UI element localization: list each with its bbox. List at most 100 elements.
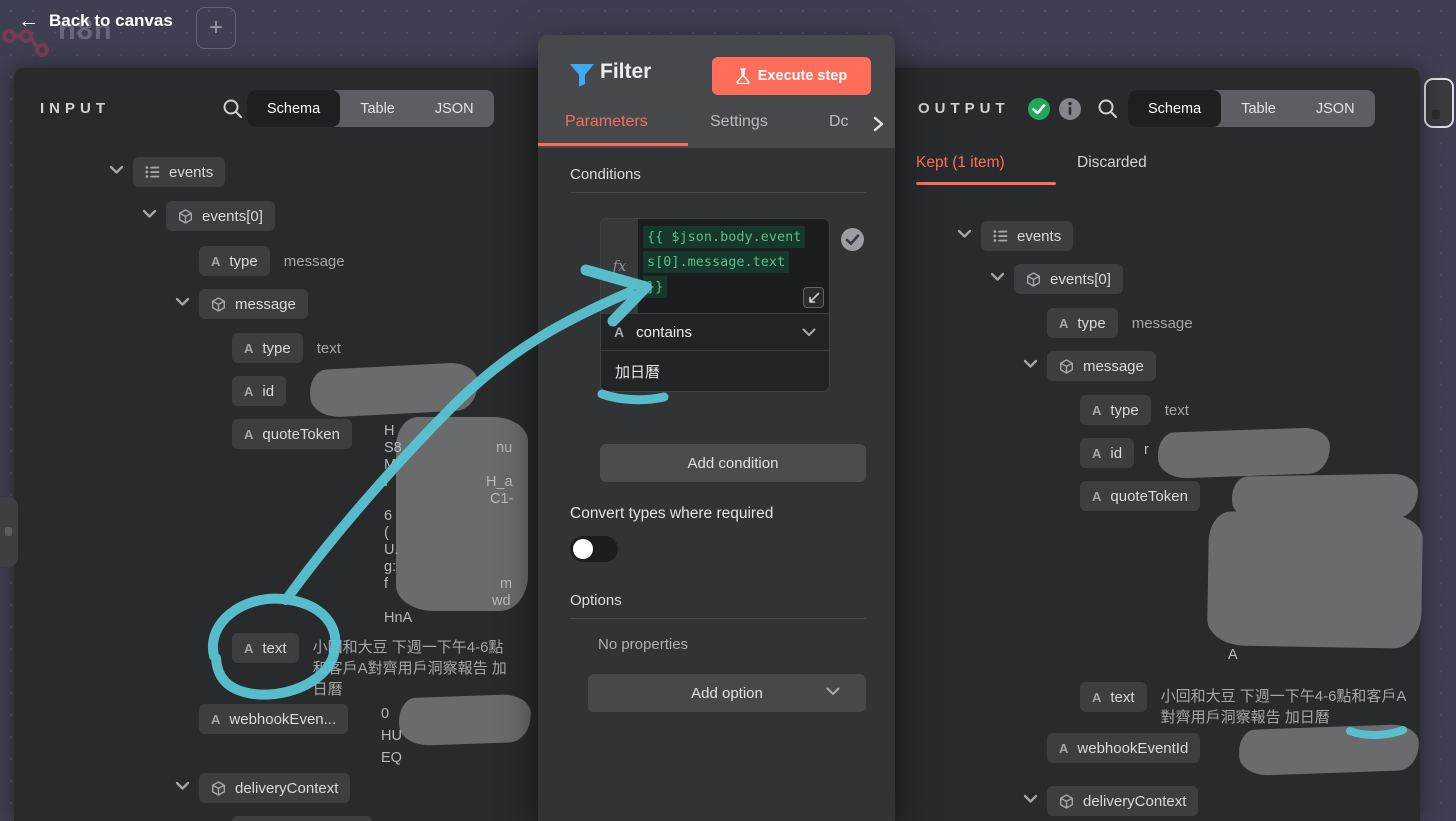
collapse-chevron-icon[interactable] — [142, 209, 157, 219]
output-key-pill[interactable]: Atext — [1080, 682, 1147, 712]
expand-expression-icon[interactable] — [803, 287, 824, 308]
key-label: deliveryContext — [235, 779, 339, 797]
input-row-type: Atype message — [199, 246, 345, 276]
tab-kept[interactable]: Kept (1 item) — [916, 154, 1005, 172]
dialog-tab-parameters[interactable]: Parameters — [565, 113, 648, 131]
output-row-type: Atype text — [1080, 395, 1189, 425]
output-tab-table[interactable]: Table — [1221, 90, 1296, 127]
redaction-scribble — [398, 693, 532, 747]
output-key-pill[interactable]: events[0] — [1014, 264, 1123, 294]
collapse-chevron-icon[interactable] — [957, 229, 972, 239]
redaction-scribble — [1206, 511, 1424, 649]
output-key-pill[interactable]: Atype — [1047, 308, 1118, 338]
operator-select[interactable]: A contains — [601, 313, 829, 350]
output-key-pill[interactable]: deliveryContext — [1047, 786, 1199, 816]
output-key-pill[interactable]: message — [1047, 351, 1156, 381]
value-text: text — [316, 340, 341, 357]
key-label: type — [1110, 401, 1139, 419]
collapse-chevron-icon[interactable] — [1023, 359, 1038, 369]
input-row-webhookEven...: AwebhookEven... 0 HU EQ — [199, 693, 532, 766]
conditions-label: Conditions — [570, 166, 641, 183]
string-type-icon: A — [244, 340, 254, 356]
value-text: 小回和大豆 下週一下午4-6點和客戶A對齊用戶洞察報告 加日曆 — [1160, 688, 1407, 726]
input-tab-json[interactable]: JSON — [415, 90, 494, 127]
output-info-icon[interactable] — [1058, 97, 1082, 121]
fx-gutter: fx — [601, 219, 638, 313]
value-fragment: g: — [384, 559, 397, 575]
input-key-pill[interactable]: deliveryContext — [199, 773, 351, 803]
collapse-chevron-icon[interactable] — [1023, 794, 1038, 804]
output-panel-side-handle[interactable] — [1424, 78, 1454, 128]
tab-discarded[interactable]: Discarded — [1077, 154, 1147, 172]
tabs-overflow-chevron-icon[interactable] — [871, 115, 885, 133]
add-condition-button[interactable]: Add condition — [600, 444, 866, 482]
input-key-pill[interactable]: AquoteToken — [232, 419, 352, 449]
add-option-dropdown[interactable]: Add option — [588, 674, 866, 712]
value-fragment: U. — [384, 542, 399, 558]
input-panel-drag-handle[interactable] — [0, 497, 18, 567]
key-label: quoteToken — [1110, 487, 1188, 505]
input-key-pill[interactable]: message — [199, 289, 308, 319]
condition-valid-check-icon — [841, 228, 864, 251]
value-fragment: r — [1144, 442, 1149, 458]
collapse-chevron-icon[interactable] — [175, 297, 190, 307]
input-tab-schema[interactable]: Schema — [247, 90, 341, 127]
execute-step-button[interactable]: Execute step — [712, 57, 871, 95]
expression-editor[interactable]: fx {{ $json.body.event s[0].message.text… — [601, 219, 829, 313]
output-panel-title: OUTPUT — [918, 100, 1010, 117]
string-type-icon: A — [244, 640, 254, 656]
output-search-icon[interactable] — [1096, 97, 1119, 120]
collapse-chevron-icon[interactable] — [990, 272, 1005, 282]
value-fragment: H — [384, 423, 395, 439]
output-tab-schema[interactable]: Schema — [1128, 90, 1222, 127]
output-tab-json[interactable]: JSON — [1296, 90, 1375, 127]
value-text: message — [283, 253, 345, 270]
input-key-pill[interactable]: Atype — [232, 333, 303, 363]
object-type-icon — [1059, 793, 1074, 809]
string-type-icon: A — [1092, 402, 1102, 418]
dialog-tab-dc[interactable]: Dc — [829, 113, 849, 131]
convert-types-toggle[interactable] — [570, 536, 618, 562]
output-key-pill[interactable]: AwebhookEventId — [1047, 733, 1201, 763]
string-type-icon: A — [1092, 488, 1102, 504]
condition-value-input[interactable]: 加日曆 — [601, 350, 829, 391]
output-view-tabs: Schema Table JSON — [1128, 90, 1375, 127]
expression-line: }} — [643, 276, 668, 298]
value-text: 小回和大豆 下週一下午4-6點和客戶A對齊用戶洞察報告 加日曆 — [312, 639, 507, 698]
input-key-pill[interactable]: Atext — [232, 633, 299, 663]
input-key-pill[interactable]: events — [133, 157, 226, 187]
no-properties-text: No properties — [598, 636, 689, 653]
value-fragment: HnA — [384, 610, 413, 626]
value-text: text — [1164, 402, 1189, 419]
input-key-pill[interactable]: events[0] — [166, 201, 275, 231]
input-row-events[0]: events[0] — [142, 201, 275, 231]
expression-code-area[interactable]: {{ $json.body.event s[0].message.text }} — [638, 219, 829, 313]
input-search-icon[interactable] — [221, 97, 244, 120]
input-key-pill[interactable] — [232, 816, 372, 821]
list-type-icon — [145, 165, 160, 179]
input-tab-table[interactable]: Table — [340, 90, 415, 127]
input-row-text: Atext 小回和大豆 下週一下午4-6點和客戶A對齊用戶洞察報告 加日曆 — [232, 633, 509, 700]
add-node-button[interactable]: + — [196, 7, 236, 49]
value-fragment: m — [500, 576, 513, 592]
output-key-pill[interactable]: events — [981, 221, 1074, 251]
kept-tab-underline — [916, 182, 1056, 185]
input-key-pill[interactable]: AwebhookEven... — [199, 704, 349, 734]
input-row-message: message — [175, 289, 308, 319]
collapse-chevron-icon[interactable] — [109, 165, 124, 175]
dialog-tab-settings[interactable]: Settings — [710, 113, 768, 131]
value-fragment: C1- — [490, 491, 514, 507]
key-label: id — [1110, 444, 1123, 462]
output-key-pill[interactable]: Aid — [1080, 438, 1135, 468]
input-key-pill[interactable]: Atype — [199, 246, 270, 276]
value-fragment: 6 — [384, 508, 393, 524]
input-key-pill[interactable]: Aid — [232, 376, 287, 406]
output-row-webhookEventId: AwebhookEventId — [1047, 723, 1420, 777]
output-key-pill[interactable]: AquoteToken — [1080, 481, 1200, 511]
string-type-icon: A — [211, 253, 221, 269]
options-label: Options — [570, 592, 622, 609]
collapse-chevron-icon[interactable] — [175, 781, 190, 791]
string-type-icon: A — [1092, 689, 1102, 705]
output-key-pill[interactable]: Atype — [1080, 395, 1151, 425]
back-to-canvas-button[interactable]: ← Back to canvas — [18, 10, 173, 31]
